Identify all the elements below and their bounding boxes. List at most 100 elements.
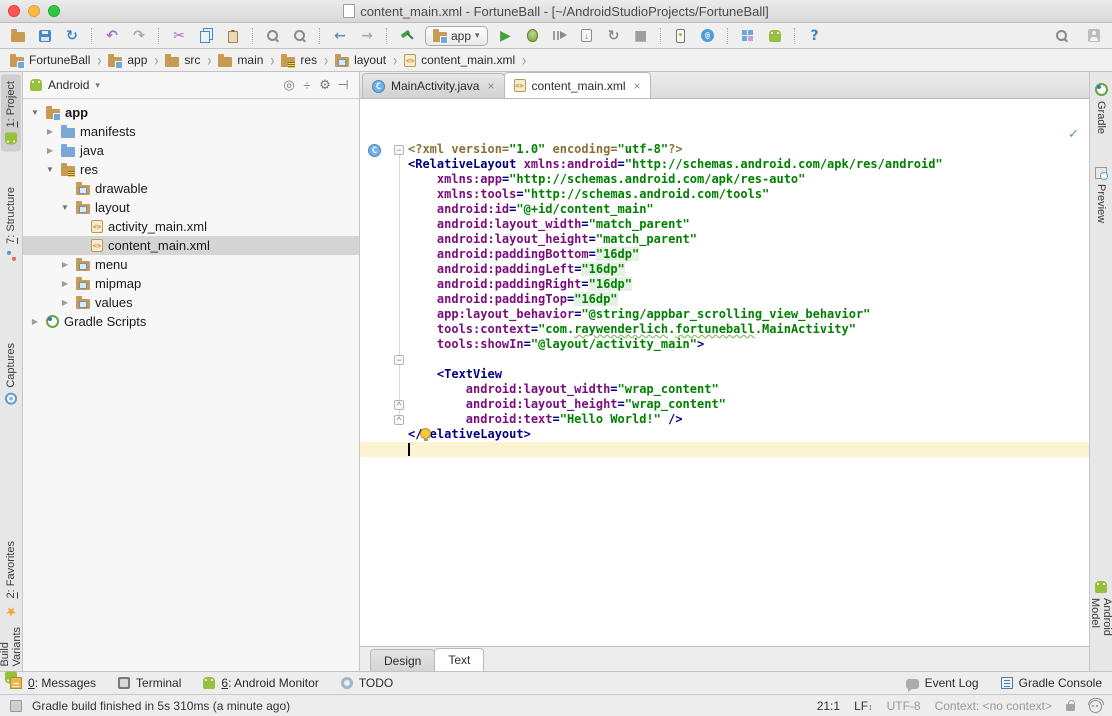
- tree-expander-icon[interactable]: ▶: [59, 279, 71, 288]
- tree-expander-icon[interactable]: ▶: [29, 317, 41, 326]
- sdk-manager-button[interactable]: [763, 25, 787, 46]
- todo-button[interactable]: TODO: [341, 676, 393, 690]
- tree-item-activity-main-xml[interactable]: activity_main.xml: [23, 217, 359, 236]
- messages-button[interactable]: 0: Messages: [10, 676, 96, 690]
- back-button[interactable]: ←: [328, 25, 352, 46]
- tool-tab-android-model[interactable]: Android Model: [1091, 574, 1111, 671]
- gradle-console-button[interactable]: Gradle Console: [1001, 676, 1102, 690]
- caret-position[interactable]: 21:1: [817, 699, 840, 713]
- event-log-button[interactable]: Event Log: [906, 676, 979, 690]
- user-button[interactable]: [1082, 25, 1106, 46]
- sync-button[interactable]: ↻: [60, 25, 84, 46]
- tree-expander-icon[interactable]: ▶: [44, 146, 56, 155]
- tree-expander-icon[interactable]: ▼: [59, 203, 71, 212]
- tool-tab-captures[interactable]: Captures: [1, 336, 21, 412]
- run-configuration-selector[interactable]: app▾: [425, 26, 488, 46]
- android-monitor-button[interactable]: 6: Android Monitor: [203, 676, 318, 690]
- search-everywhere-button[interactable]: [1050, 25, 1074, 46]
- main-toolbar: ↻↶↷✂←→app▾▶↻■?: [0, 23, 1112, 49]
- paste-button[interactable]: [221, 25, 245, 46]
- tree-item-menu[interactable]: ▶menu: [23, 255, 359, 274]
- line-separator-widget[interactable]: LF↕: [854, 699, 873, 713]
- xml-file-icon: [91, 239, 103, 252]
- replace-icon: [293, 29, 307, 43]
- replace-button[interactable]: [288, 25, 312, 46]
- redo-button[interactable]: ↷: [127, 25, 151, 46]
- save-button[interactable]: [33, 25, 57, 46]
- tree-item-layout[interactable]: ▼layout: [23, 198, 359, 217]
- hide-panel-icon[interactable]: ⊣: [334, 77, 352, 93]
- close-icon[interactable]: ×: [634, 79, 641, 93]
- tool-tab-preview[interactable]: Preview: [1091, 160, 1111, 230]
- editor-tab-mainactivity-java[interactable]: MainActivity.java×: [362, 73, 505, 98]
- project-view-selector[interactable]: Android: [48, 78, 89, 92]
- tree-item-drawable[interactable]: drawable: [23, 179, 359, 198]
- tree-item-content-main-xml[interactable]: content_main.xml: [23, 236, 359, 255]
- encoding-widget[interactable]: UTF-8: [887, 699, 921, 713]
- tree-expander-icon[interactable]: ▶: [59, 260, 71, 269]
- breadcrumb-item[interactable]: res: [279, 52, 319, 68]
- help-button[interactable]: ?: [803, 25, 827, 46]
- settings-gear-icon[interactable]: ⚙: [316, 77, 334, 93]
- breadcrumb-item[interactable]: layout: [333, 52, 388, 68]
- autoscroll-icon[interactable]: ÷: [298, 78, 316, 93]
- open-folder-button[interactable]: [6, 25, 30, 46]
- avd-manager-button[interactable]: [669, 25, 693, 46]
- run-button[interactable]: ▶: [494, 25, 518, 46]
- inspection-status-icon[interactable]: ✓: [1068, 127, 1079, 142]
- tree-item-manifests[interactable]: ▶manifests: [23, 122, 359, 141]
- editor-mode-tab-design[interactable]: Design: [370, 649, 435, 671]
- breadcrumb-item[interactable]: FortuneBall: [8, 52, 92, 68]
- stop-button[interactable]: ■: [629, 25, 653, 46]
- forward-button[interactable]: →: [355, 25, 379, 46]
- tree-item-res[interactable]: ▼res: [23, 160, 359, 179]
- tree-item-java[interactable]: ▶java: [23, 141, 359, 160]
- editor-mode-tab-text[interactable]: Text: [434, 648, 484, 671]
- terminal-button[interactable]: Terminal: [118, 676, 181, 690]
- undo-button[interactable]: ↶: [100, 25, 124, 46]
- debug-button[interactable]: [521, 25, 545, 46]
- code-line: android:paddingBottom="16dp": [360, 247, 1089, 262]
- inspections-profile-icon[interactable]: [1089, 700, 1102, 713]
- cut-button[interactable]: ✂: [167, 25, 191, 46]
- resource-folder-icon: [76, 204, 90, 214]
- sync-gradle-button[interactable]: [696, 25, 720, 46]
- chevron-down-icon[interactable]: ▾: [95, 80, 100, 91]
- event-log-icon: [906, 679, 919, 689]
- xml-file-icon: [514, 79, 526, 92]
- tree-item-values[interactable]: ▶values: [23, 293, 359, 312]
- tool-tab-project[interactable]: 1: Project: [1, 74, 21, 151]
- tree-item-label: app: [65, 105, 88, 120]
- close-icon[interactable]: ×: [487, 79, 494, 93]
- run-coverage-button[interactable]: [548, 25, 572, 46]
- copy-button[interactable]: [194, 25, 218, 46]
- lock-icon[interactable]: [1066, 704, 1075, 711]
- editor-tab-content-main-xml[interactable]: content_main.xml×: [504, 72, 651, 98]
- tree-item-mipmap[interactable]: ▶mipmap: [23, 274, 359, 293]
- intention-bulb-icon[interactable]: [420, 428, 431, 439]
- tree-expander-icon[interactable]: ▶: [44, 127, 56, 136]
- tree-expander-icon[interactable]: ▶: [59, 298, 71, 307]
- locate-icon[interactable]: ◎: [280, 77, 298, 93]
- attach-debugger-button[interactable]: [575, 25, 599, 46]
- breadcrumb-item[interactable]: app: [106, 52, 149, 68]
- tree-item-gradle-scripts[interactable]: ▶Gradle Scripts: [23, 312, 359, 331]
- tool-tab-favorites[interactable]: ★2: Favorites: [1, 534, 21, 625]
- label: Captures: [5, 343, 17, 388]
- xml-file-icon: [91, 220, 103, 233]
- tree-item-app[interactable]: ▼ app: [23, 103, 359, 122]
- rerun-button[interactable]: ↻: [602, 25, 626, 46]
- tool-tab-structure[interactable]: 7: Structure: [1, 180, 21, 269]
- tool-tab-gradle[interactable]: Gradle: [1091, 76, 1111, 141]
- tree-expander-icon[interactable]: ▼: [44, 165, 56, 174]
- tree-expander-icon[interactable]: ▼: [29, 108, 41, 117]
- breadcrumb-separator: ›: [92, 50, 106, 70]
- breadcrumb-item[interactable]: src: [163, 52, 202, 68]
- find-button[interactable]: [261, 25, 285, 46]
- breadcrumb-item[interactable]: main: [216, 52, 265, 68]
- breadcrumb-item[interactable]: content_main.xml: [402, 52, 517, 68]
- code-editor[interactable]: − − ^ ^ ✓ <?xml version="1.0" encoding="…: [360, 99, 1089, 646]
- project-structure-button[interactable]: [736, 25, 760, 46]
- build-button[interactable]: [395, 25, 419, 46]
- tool-window-switcher-icon[interactable]: [10, 700, 22, 712]
